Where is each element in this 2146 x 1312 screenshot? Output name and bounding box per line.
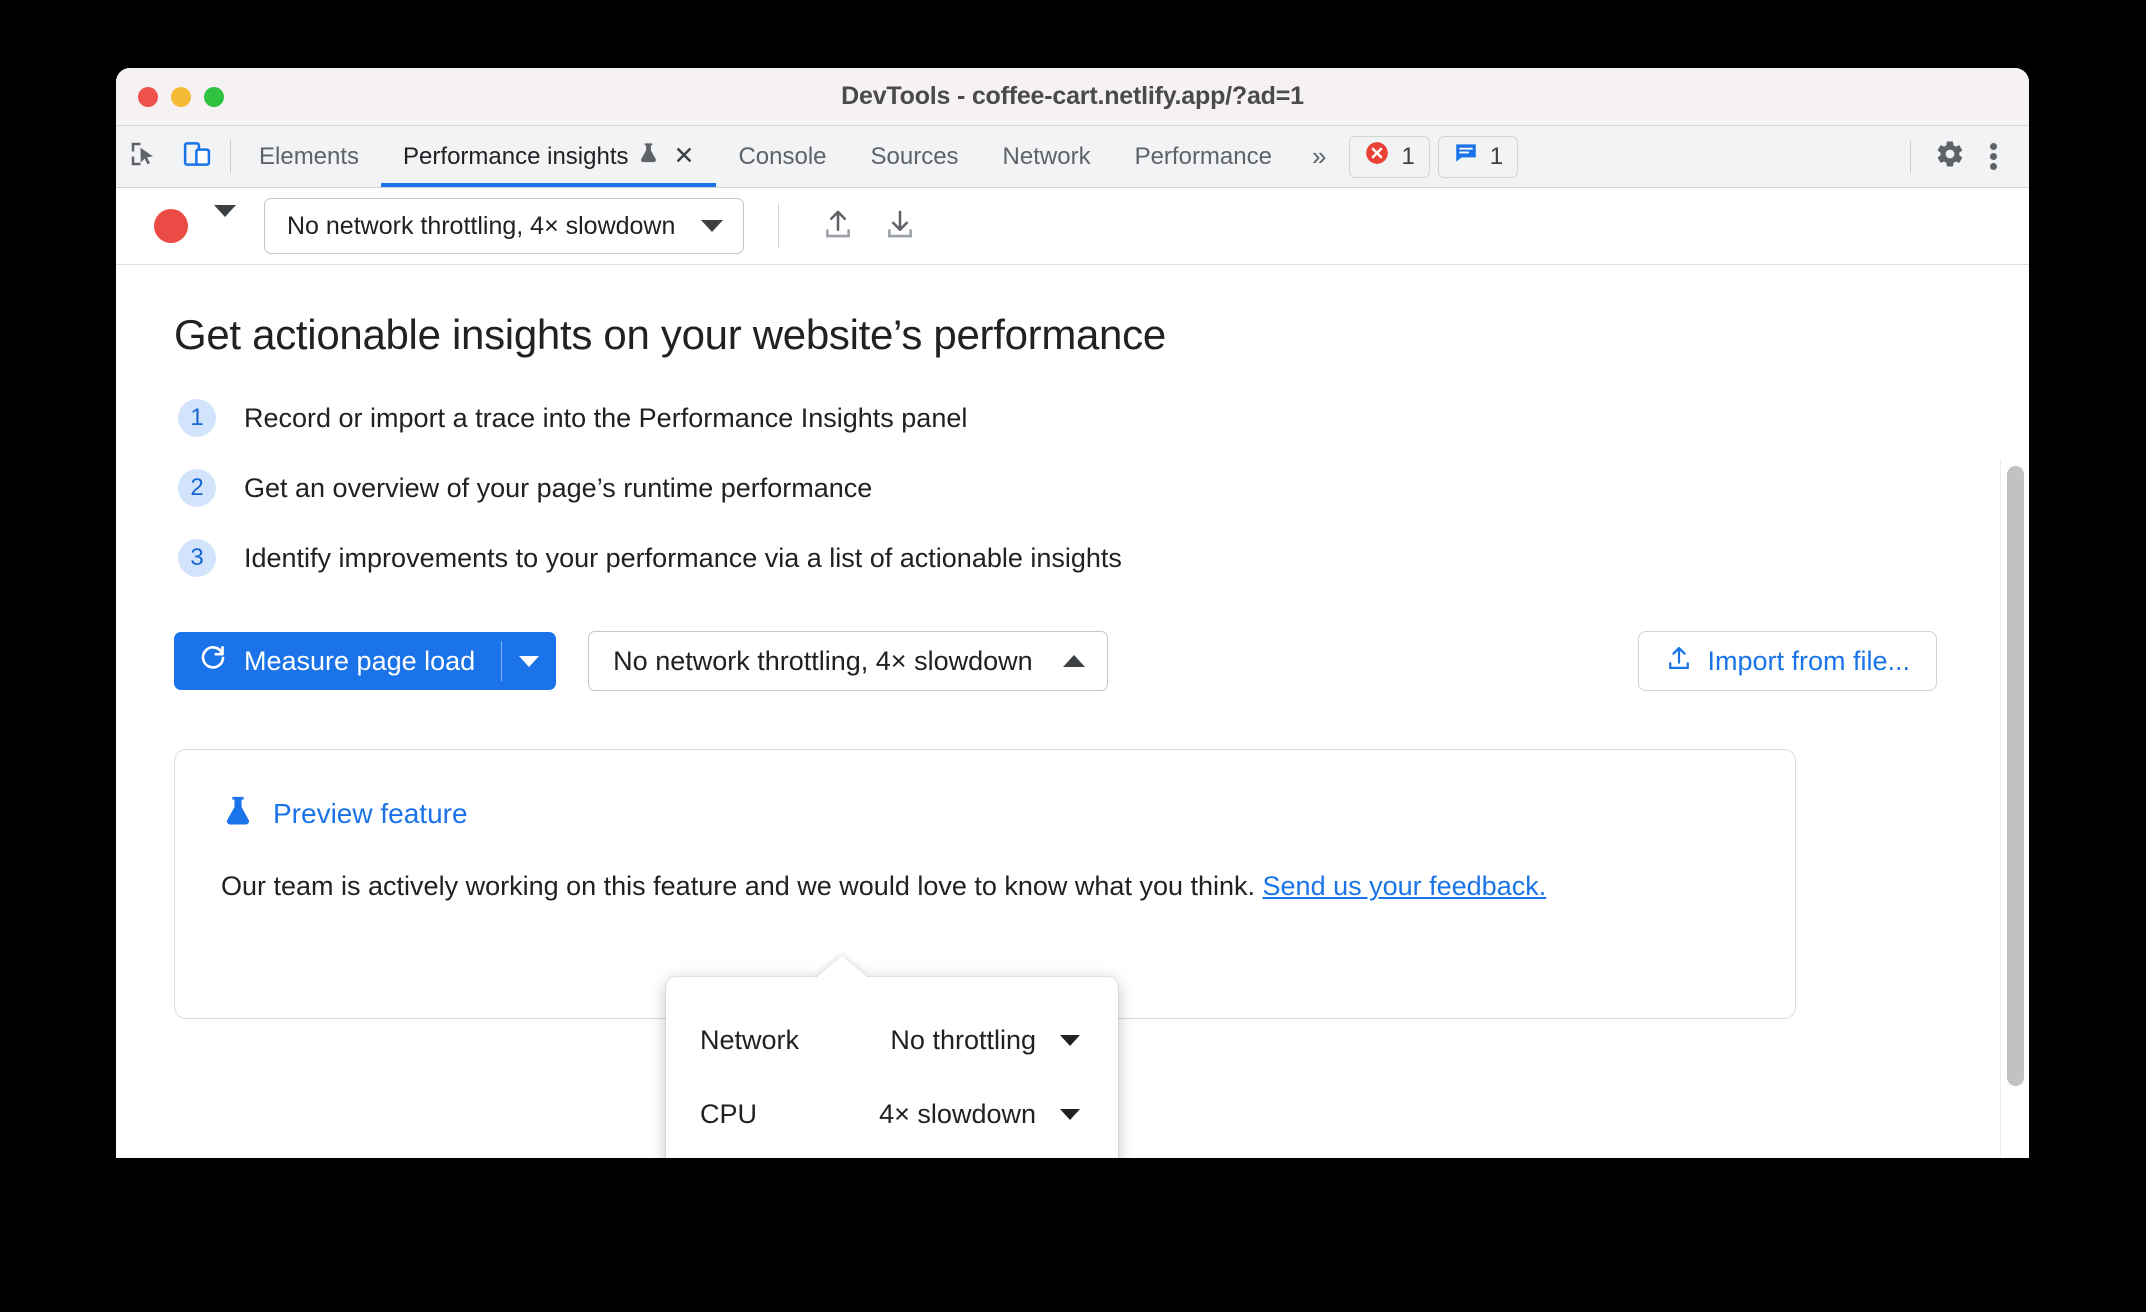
actions-row: Measure page load No network throttling,… [174, 631, 2029, 691]
kebab-menu-icon [1989, 140, 1997, 173]
tab-elements[interactable]: Elements [237, 126, 381, 187]
step-text: Get an overview of your page’s runtime p… [244, 472, 873, 503]
import-from-file-button[interactable]: Import from file... [1638, 631, 1937, 691]
preview-feature-text: Our team is actively working on this fea… [221, 869, 1749, 905]
download-icon [883, 207, 917, 246]
popover-network-label: Network [700, 1024, 800, 1055]
toolbar-throttling-value: No network throttling, 4× slowdown [287, 211, 676, 240]
step-text: Record or import a trace into the Perfor… [244, 402, 968, 433]
export-trace-button[interactable] [807, 198, 869, 254]
refresh-icon [198, 643, 228, 680]
preview-feature-header: Preview feature [221, 792, 1749, 835]
throttling-dropdown-button[interactable]: No network throttling, 4× slowdown [588, 631, 1108, 691]
measure-page-load-options-button[interactable] [502, 632, 556, 690]
disable-cache-row[interactable]: Disable cache [666, 1151, 1118, 1158]
toolbar-divider [778, 203, 780, 249]
close-window-button[interactable] [138, 86, 158, 107]
tabbar-right-divider [1910, 140, 1911, 173]
error-count: 1 [1401, 142, 1415, 170]
tab-performance-insights[interactable]: Performance insights ✕ [381, 126, 717, 187]
page-title: Get actionable insights on your website’… [174, 311, 1166, 358]
measure-page-load-group: Measure page load [174, 632, 557, 690]
content-scrollbar[interactable] [2000, 460, 2029, 1158]
chevron-down-icon [1060, 1108, 1080, 1120]
window-title: DevTools - coffee-cart.netlify.app/?ad=1 [841, 82, 1304, 110]
step-number: 1 [178, 399, 216, 437]
tab-console[interactable]: Console [716, 126, 848, 187]
popover-cpu-value: 4× slowdown [879, 1098, 1036, 1129]
chevron-down-icon [701, 220, 724, 232]
popover-network-row[interactable]: Network No throttling [666, 1003, 1118, 1077]
devtools-tabbar: Elements Performance insights ✕ Console … [116, 126, 2029, 188]
devtools-window: DevTools - coffee-cart.netlify.app/?ad=1 [116, 68, 2029, 1158]
toolbar-throttling-select[interactable]: No network throttling, 4× slowdown [264, 198, 745, 254]
inspect-element-button[interactable] [116, 126, 170, 187]
tabbar-divider [230, 140, 231, 173]
message-count: 1 [1489, 142, 1504, 170]
window-titlebar: DevTools - coffee-cart.netlify.app/?ad=1 [116, 68, 2029, 126]
send-feedback-link[interactable]: Send us your feedback. [1263, 871, 1547, 901]
tab-sources[interactable]: Sources [849, 126, 981, 187]
chevron-down-icon [214, 205, 236, 234]
preview-feature-body: Our team is actively working on this fea… [221, 871, 1263, 901]
tab-label: Elements [259, 142, 360, 170]
device-toolbar-toggle-button[interactable] [170, 126, 224, 187]
list-item: 3 Identify improvements to your performa… [178, 539, 2029, 577]
message-count-badge[interactable]: 1 [1437, 135, 1519, 178]
error-count-badge[interactable]: 1 [1349, 135, 1430, 178]
traffic-light-buttons [138, 86, 224, 107]
tab-label: Sources [870, 142, 959, 170]
chevron-up-icon [1062, 655, 1085, 667]
step-number: 3 [178, 539, 216, 577]
upload-icon [1665, 644, 1693, 679]
step-number: 2 [178, 469, 216, 507]
device-toolbar-icon [182, 139, 212, 174]
chevron-down-icon [519, 655, 540, 667]
insights-landing-content: Get actionable insights on your website’… [116, 265, 2029, 1158]
close-tab-button[interactable]: ✕ [673, 144, 694, 169]
measure-page-load-label: Measure page load [244, 645, 476, 676]
measure-page-load-button[interactable]: Measure page load [174, 632, 501, 690]
message-icon [1453, 140, 1479, 173]
step-text: Identify improvements to your performanc… [244, 542, 1122, 573]
list-item: 1 Record or import a trace into the Perf… [178, 399, 2029, 437]
tab-label: Performance [1134, 142, 1272, 170]
tab-label: Console [738, 142, 827, 170]
chevron-down-icon [1060, 1034, 1080, 1046]
record-button[interactable] [154, 209, 188, 243]
error-circle-icon [1364, 140, 1390, 173]
more-options-button[interactable] [1973, 134, 2013, 180]
more-tabs-button[interactable]: » [1294, 126, 1341, 187]
scrollbar-thumb[interactable] [2007, 466, 2024, 1086]
settings-button[interactable] [1927, 134, 1973, 180]
import-trace-button[interactable] [869, 198, 931, 254]
flask-icon [637, 140, 660, 173]
list-item: 2 Get an overview of your page’s runtime… [178, 469, 2029, 507]
performance-insights-toolbar: No network throttling, 4× slowdown [116, 188, 2029, 265]
upload-icon [821, 207, 855, 246]
tabbar-right-controls [1890, 126, 2029, 187]
gear-icon [1935, 139, 1965, 174]
import-from-file-label: Import from file... [1707, 645, 1910, 676]
tab-label: Performance insights [403, 142, 629, 170]
throttling-dropdown-value: No network throttling, 4× slowdown [613, 645, 1033, 676]
minimize-window-button[interactable] [171, 86, 191, 107]
steps-list: 1 Record or import a trace into the Perf… [178, 399, 2029, 577]
throttling-settings-popover: Network No throttling CPU 4× slowdown [666, 956, 1118, 1158]
flask-icon [221, 792, 255, 835]
tab-network[interactable]: Network [981, 126, 1113, 187]
popover-arrow [816, 956, 868, 978]
popover-cpu-row[interactable]: CPU 4× slowdown [666, 1077, 1118, 1151]
inspect-cursor-icon [128, 139, 158, 174]
record-options-button[interactable] [214, 205, 236, 235]
popover-network-value: No throttling [890, 1024, 1036, 1055]
maximize-window-button[interactable] [204, 86, 224, 107]
tab-label: Network [1002, 142, 1091, 170]
tab-performance[interactable]: Performance [1113, 126, 1294, 187]
preview-feature-label: Preview feature [273, 797, 468, 829]
popover-cpu-label: CPU [700, 1098, 758, 1129]
